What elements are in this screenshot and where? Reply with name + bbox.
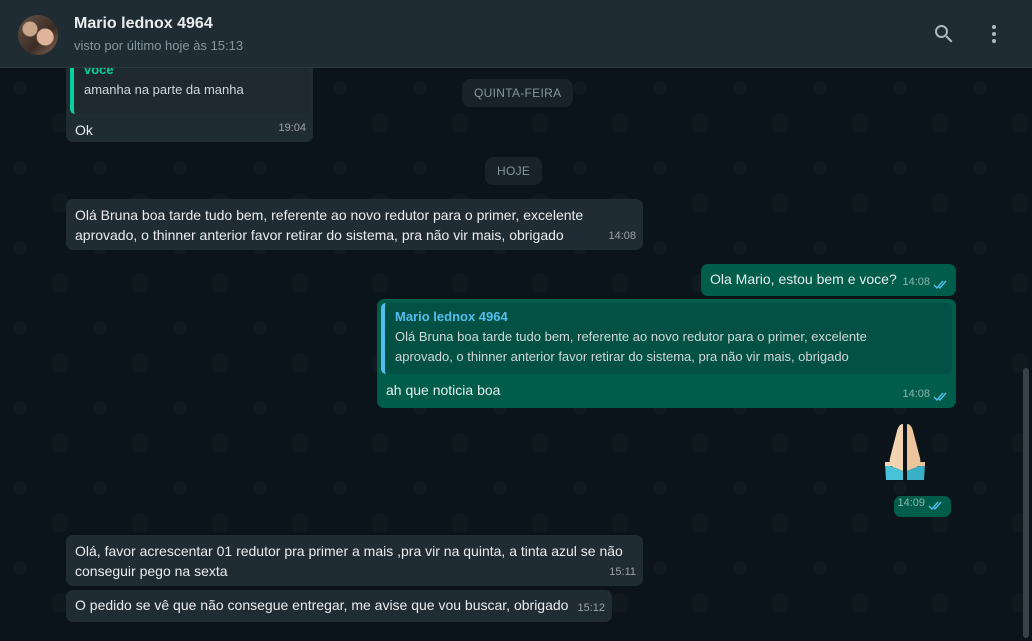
message-text-line: Olá Bruna boa tarde tudo bem, referente … — [75, 207, 584, 223]
message-text-line: Olá, favor acrescentar 01 redutor pra pr… — [75, 543, 623, 559]
message-time: 15:11 — [609, 566, 636, 578]
contact-avatar[interactable] — [18, 15, 58, 55]
message-time: 14:08 — [902, 384, 949, 404]
message-text: ah que noticia boa — [386, 382, 501, 398]
message-text-line: aprovado, o thinner anterior favor retir… — [75, 227, 564, 243]
read-ticks-icon — [933, 389, 949, 401]
chat-scrollbar[interactable] — [1023, 368, 1029, 638]
message-bubble-outgoing[interactable]: Ola Mario, estou bem e voce? 14:08 — [701, 264, 956, 296]
quote-author: voce — [84, 68, 114, 77]
folded-hands-emoji[interactable] — [880, 420, 930, 482]
search-icon[interactable] — [932, 22, 956, 46]
chat-header: Mario lednox 4964 visto por último hoje … — [0, 0, 1032, 68]
message-bubble-incoming[interactable]: O pedido se vê que não consegue entregar… — [66, 590, 612, 622]
message-time: 14:09 — [897, 493, 944, 513]
message-time: 19:04 — [278, 122, 306, 134]
menu-icon[interactable] — [982, 22, 1006, 46]
quote-text: amanha na parte da manha — [84, 82, 244, 97]
message-bubble-outgoing[interactable]: Mario lednox 4964 Olá Bruna boa tarde tu… — [377, 299, 956, 408]
message-bubble-incoming[interactable]: voce amanha na parte da manha Ok 19:04 — [66, 68, 313, 142]
message-bubble-incoming[interactable]: Olá, favor acrescentar 01 redutor pra pr… — [66, 535, 643, 586]
message-list[interactable]: voce amanha na parte da manha Ok 19:04 Q… — [0, 68, 1032, 641]
contact-name[interactable]: Mario lednox 4964 — [74, 15, 213, 33]
quoted-message[interactable]: voce amanha na parte da manha — [70, 68, 309, 114]
quote-text-line: aprovado, o thinner anterior favor retir… — [395, 349, 849, 364]
message-text-line: conseguir pego na sexta — [75, 563, 228, 579]
quoted-message[interactable]: Mario lednox 4964 Olá Bruna boa tarde tu… — [381, 303, 952, 374]
message-text: Ok — [75, 122, 93, 138]
message-time: 15:12 — [577, 602, 605, 614]
date-separator: QUINTA-FEIRA — [462, 79, 574, 107]
quote-text-line: Olá Bruna boa tarde tudo bem, referente … — [395, 329, 867, 344]
message-bubble-outgoing[interactable]: 14:09 — [894, 496, 951, 517]
read-ticks-icon — [928, 498, 944, 510]
chat-window: Mario lednox 4964 visto por último hoje … — [0, 0, 1032, 641]
quote-author: Mario lednox 4964 — [395, 309, 508, 324]
date-separator: HOJE — [485, 157, 543, 185]
last-seen-status: visto por último hoje às 15:13 — [74, 38, 244, 53]
read-ticks-icon — [933, 277, 949, 289]
message-time: 14:08 — [608, 230, 636, 242]
message-time: 14:08 — [902, 272, 949, 292]
message-bubble-incoming[interactable]: Olá Bruna boa tarde tudo bem, referente … — [66, 199, 643, 250]
message-text: O pedido se vê que não consegue entregar… — [75, 597, 569, 613]
